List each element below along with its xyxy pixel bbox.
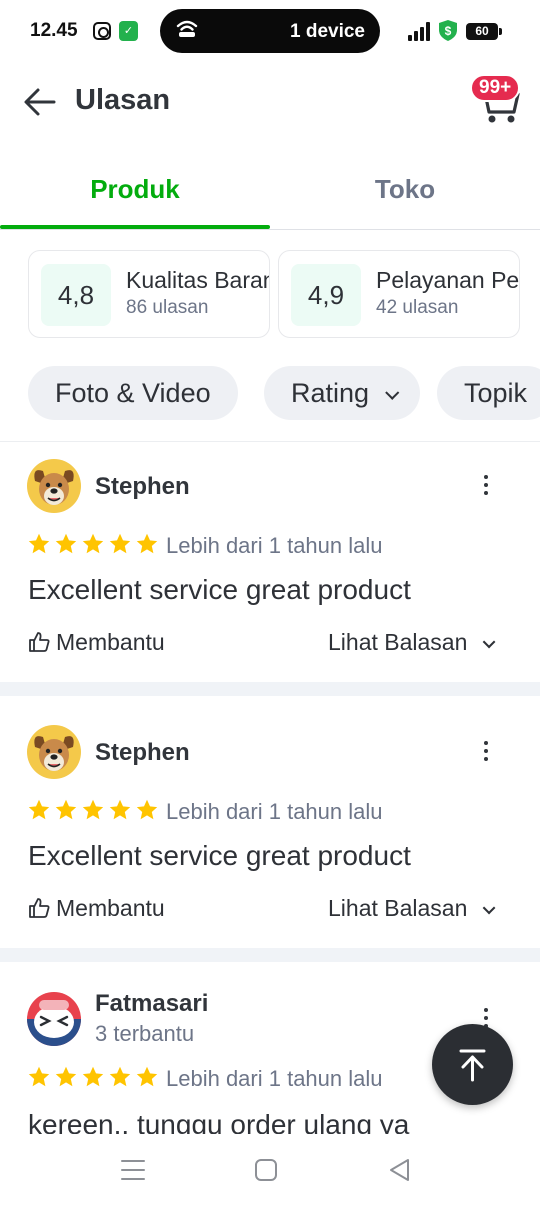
shield-icon: $ [439, 20, 457, 41]
filter-chip-photo-video[interactable]: Foto & Video [28, 366, 238, 420]
app-notification-icon: ✓ [119, 21, 138, 41]
helpful-button[interactable]: Membantu [28, 895, 165, 922]
signal-icon [408, 21, 432, 41]
reviewer-name[interactable]: Fatmasari [95, 990, 208, 1018]
review-text: Excellent service great product [28, 574, 411, 605]
recent-apps-icon[interactable] [119, 1156, 147, 1184]
star-icon [82, 799, 104, 820]
thumbs-up-icon [29, 632, 50, 652]
app-header: Ulasan 99+ [0, 62, 540, 142]
summary-label: Kualitas Barang [126, 267, 269, 293]
summary-count: 86 ulasan [126, 297, 209, 318]
hotspot-icon [176, 20, 198, 37]
page-title: Ulasan [75, 84, 171, 116]
home-icon[interactable] [252, 1156, 280, 1184]
chevron-down-icon [483, 635, 496, 649]
star-icon [136, 799, 158, 820]
star-rating [27, 1065, 162, 1091]
section-divider [0, 948, 540, 962]
helpful-label: Membantu [56, 629, 165, 655]
avatar[interactable] [27, 459, 81, 513]
score-value: 4,9 [291, 264, 361, 326]
hotspot-device-count: 1 device [290, 21, 365, 42]
instagram-notification-icon [93, 22, 111, 40]
star-icon [109, 1066, 131, 1087]
helpful-label: Membantu [56, 895, 165, 921]
star-icon [82, 1066, 104, 1087]
star-icon [136, 1066, 158, 1087]
review-item: Stephen Lebih dari 1 tahun lalu Excellen… [0, 708, 540, 948]
chip-label: Rating [291, 378, 370, 408]
filter-chip-topic[interactable]: Topik [437, 366, 540, 420]
helped-count: 3 terbantu [95, 1021, 195, 1046]
svg-text:$: $ [445, 24, 452, 38]
chip-label: Topik [464, 378, 528, 408]
chevron-down-icon [385, 385, 400, 400]
section-divider [0, 682, 540, 696]
status-time: 12.45 [30, 20, 78, 41]
reviewer-name[interactable]: Stephen [95, 739, 190, 767]
star-icon [28, 533, 50, 554]
tab-produk[interactable]: Produk [0, 150, 270, 229]
review-text: Excellent service great product [28, 840, 411, 871]
review-time: Lebih dari 1 tahun lalu [166, 1066, 383, 1091]
system-nav-bar [0, 1134, 540, 1206]
reviewer-name[interactable]: Stephen [95, 473, 190, 501]
review-tabs: Produk Toko [0, 150, 540, 230]
chevron-down-icon [483, 901, 496, 915]
back-icon[interactable] [386, 1156, 414, 1184]
tab-toko[interactable]: Toko [270, 150, 540, 229]
more-options-icon[interactable] [476, 474, 496, 500]
star-icon [136, 533, 158, 554]
summary-count: 42 ulasan [376, 297, 459, 318]
star-icon [28, 1066, 50, 1087]
review-time: Lebih dari 1 tahun lalu [166, 799, 383, 824]
score-value: 4,8 [41, 264, 111, 326]
star-icon [28, 799, 50, 820]
star-icon [109, 533, 131, 554]
summary-card-service[interactable]: 4,9 Pelayanan Penjual 42 ulasan [278, 250, 520, 338]
rating-summary: 4,8 Kualitas Barang 86 ulasan 4,9 Pelaya… [28, 250, 520, 340]
more-options-icon[interactable] [476, 740, 496, 766]
star-icon [55, 799, 77, 820]
star-icon [109, 799, 131, 820]
arrow-up-to-line-icon [459, 1049, 486, 1082]
star-icon [55, 533, 77, 554]
active-tab-indicator [0, 225, 270, 229]
scroll-to-top-button[interactable] [432, 1024, 513, 1105]
star-rating [27, 798, 162, 824]
helpful-button[interactable]: Membantu [28, 629, 165, 656]
star-icon [82, 533, 104, 554]
status-bar: 12.45 ✓ 1 device $ 60 [0, 0, 540, 62]
back-arrow-icon[interactable] [22, 84, 58, 120]
summary-label: Pelayanan Penjual [376, 267, 520, 293]
see-reply-label: Lihat Balasan [328, 629, 468, 655]
battery-icon: 60 [466, 23, 502, 40]
star-icon [55, 1066, 77, 1087]
see-reply-button[interactable]: Lihat Balasan [328, 895, 496, 922]
see-reply-button[interactable]: Lihat Balasan [328, 629, 496, 656]
filter-chip-rating[interactable]: Rating [264, 366, 421, 420]
cart-count-badge: 99+ [470, 74, 521, 102]
thumbs-up-icon [29, 898, 50, 918]
summary-card-quality[interactable]: 4,8 Kualitas Barang 86 ulasan [28, 250, 270, 338]
filter-chips: Foto & Video Rating Topik [28, 366, 540, 420]
review-item: Stephen Lebih dari 1 tahun lalu Excellen… [0, 442, 540, 682]
star-rating [27, 532, 162, 558]
review-time: Lebih dari 1 tahun lalu [166, 533, 383, 558]
avatar[interactable] [27, 992, 81, 1046]
chip-label: Foto & Video [55, 378, 211, 408]
see-reply-label: Lihat Balasan [328, 895, 468, 921]
avatar[interactable] [27, 725, 81, 779]
